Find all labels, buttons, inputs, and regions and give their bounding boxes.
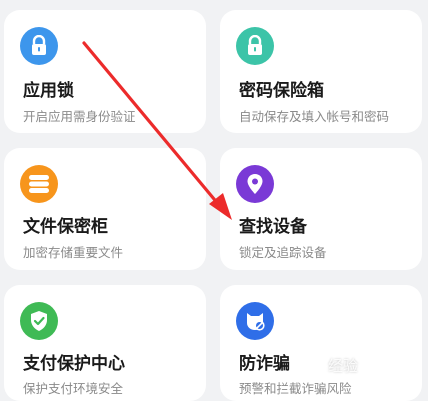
card-title: 防诈骗 (239, 354, 290, 374)
location-pin-icon (236, 165, 274, 203)
find-device-card[interactable]: 查找设备 锁定及追踪设备 (220, 148, 422, 270)
anti-fraud-card[interactable]: 防诈骗 预警和拦截诈骗风险 (220, 285, 422, 401)
card-title: 支付保护中心 (23, 354, 125, 374)
card-subtitle: 加密存储重要文件 (23, 245, 124, 260)
watermark-paw-icon (307, 357, 325, 374)
card-subtitle: 开启应用需身份验证 (23, 109, 136, 124)
card-subtitle: 锁定及追踪设备 (239, 245, 327, 260)
app-lock-card[interactable]: 应用锁 开启应用需身份验证 (4, 10, 206, 133)
password-vault-card[interactable]: 密码保险箱 自动保存及填入帐号和密码 (220, 10, 422, 133)
file-safe-card[interactable]: 文件保密柜 加密存储重要文件 (4, 148, 206, 270)
database-icon (20, 165, 58, 203)
shield-check-icon (20, 302, 58, 340)
lock-icon (236, 27, 274, 65)
card-title: 应用锁 (23, 81, 74, 101)
card-title: 文件保密柜 (23, 217, 108, 237)
card-subtitle: 保护支付环境安全 (23, 381, 124, 396)
card-subtitle: 自动保存及填入帐号和密码 (239, 109, 390, 124)
lock-icon (20, 27, 58, 65)
payment-protection-card[interactable]: 支付保护中心 保护支付环境安全 (4, 285, 206, 401)
watermark-text: 经验 (328, 357, 359, 375)
card-title: 密码保险箱 (239, 81, 324, 101)
card-subtitle: 预警和拦截诈骗风险 (239, 381, 352, 396)
card-title: 查找设备 (239, 217, 307, 237)
anti-fraud-icon (236, 302, 274, 340)
